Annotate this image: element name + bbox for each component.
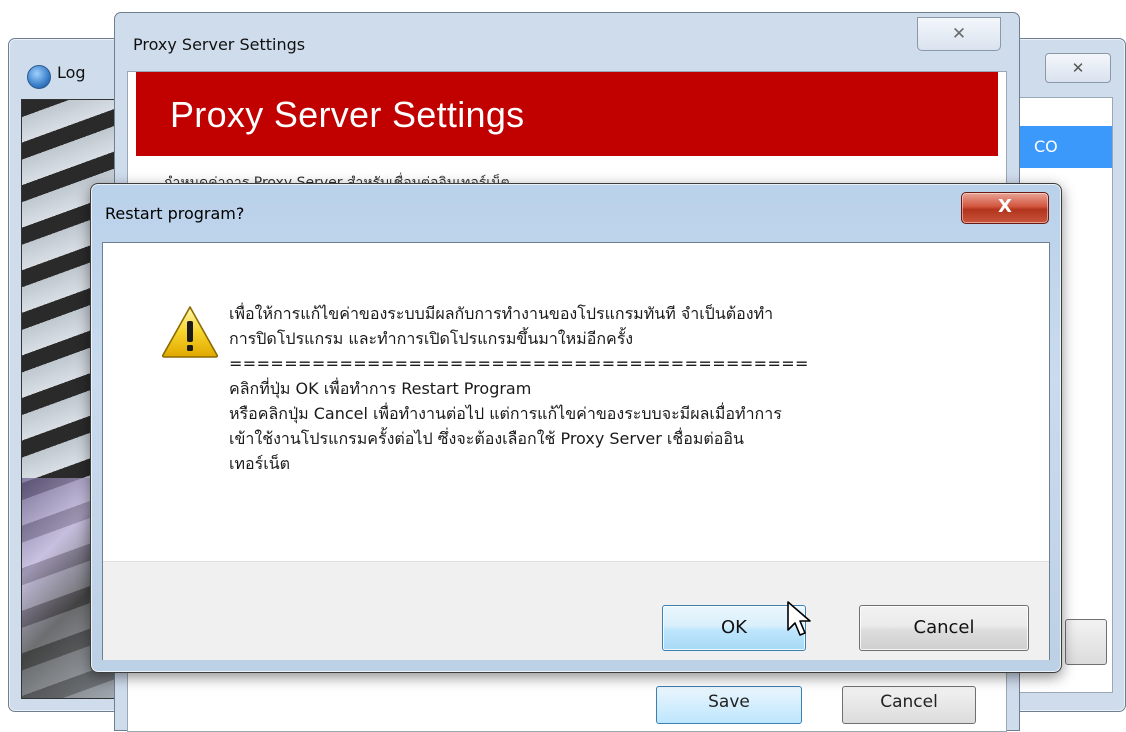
background-window-close-button[interactable]: ✕ [1045,53,1111,83]
message-line: เพื่อให้การแก้ไขค่าของระบบมีผลกับการทำงา… [229,304,774,323]
dialog-message: เพื่อให้การแก้ไขค่าของระบบมีผลกับการทำงา… [229,301,1019,476]
dialog-close-button[interactable]: X [961,192,1049,224]
dialog-body: เพื่อให้การแก้ไขค่าของระบบมีผลกับการทำงา… [102,242,1050,660]
background-window-title: Log [57,63,86,82]
message-separator: ========================================… [229,354,809,373]
mouse-pointer-icon [787,601,811,636]
app-globe-icon [27,65,51,89]
message-line: การปิดโปรแกรม และทำการเปิดโปรแกรมขึ้นมาใ… [229,329,634,348]
ok-button[interactable]: OK [662,605,806,651]
background-window-button[interactable] [1065,619,1107,665]
save-button[interactable]: Save [656,686,802,724]
proxy-window-title: Proxy Server Settings [133,35,306,54]
dialog-button-bar: OK Cancel [103,561,1049,660]
message-line: เข้าใช้งานโปรแกรมครั้งต่อไป ซึ่งจะต้องเล… [229,429,744,448]
cancel-button[interactable]: Cancel [859,605,1029,651]
warning-icon [161,306,219,358]
restart-dialog: Restart program? X เพื่อให้การแก้ไขค่าขอ… [90,183,1062,673]
proxy-header-banner: Proxy Server Settings [136,72,998,156]
proxy-cancel-button[interactable]: Cancel [842,686,976,724]
dialog-message-area: เพื่อให้การแก้ไขค่าของระบบมีผลกับการทำงา… [103,243,1049,561]
message-line: เทอร์เน็ต [229,454,291,473]
proxy-window-close-button[interactable]: ✕ [917,17,1001,51]
message-line: คลิกที่ปุ่ม OK เพื่อทำการ Restart Progra… [229,379,532,398]
message-line: หรือคลิกปุ่ม Cancel เพื่อทำงานต่อไป แต่ก… [229,404,782,423]
proxy-banner-title: Proxy Server Settings [170,94,525,135]
background-list-item-selected[interactable]: CO [1012,126,1112,168]
dialog-title: Restart program? [105,204,245,223]
